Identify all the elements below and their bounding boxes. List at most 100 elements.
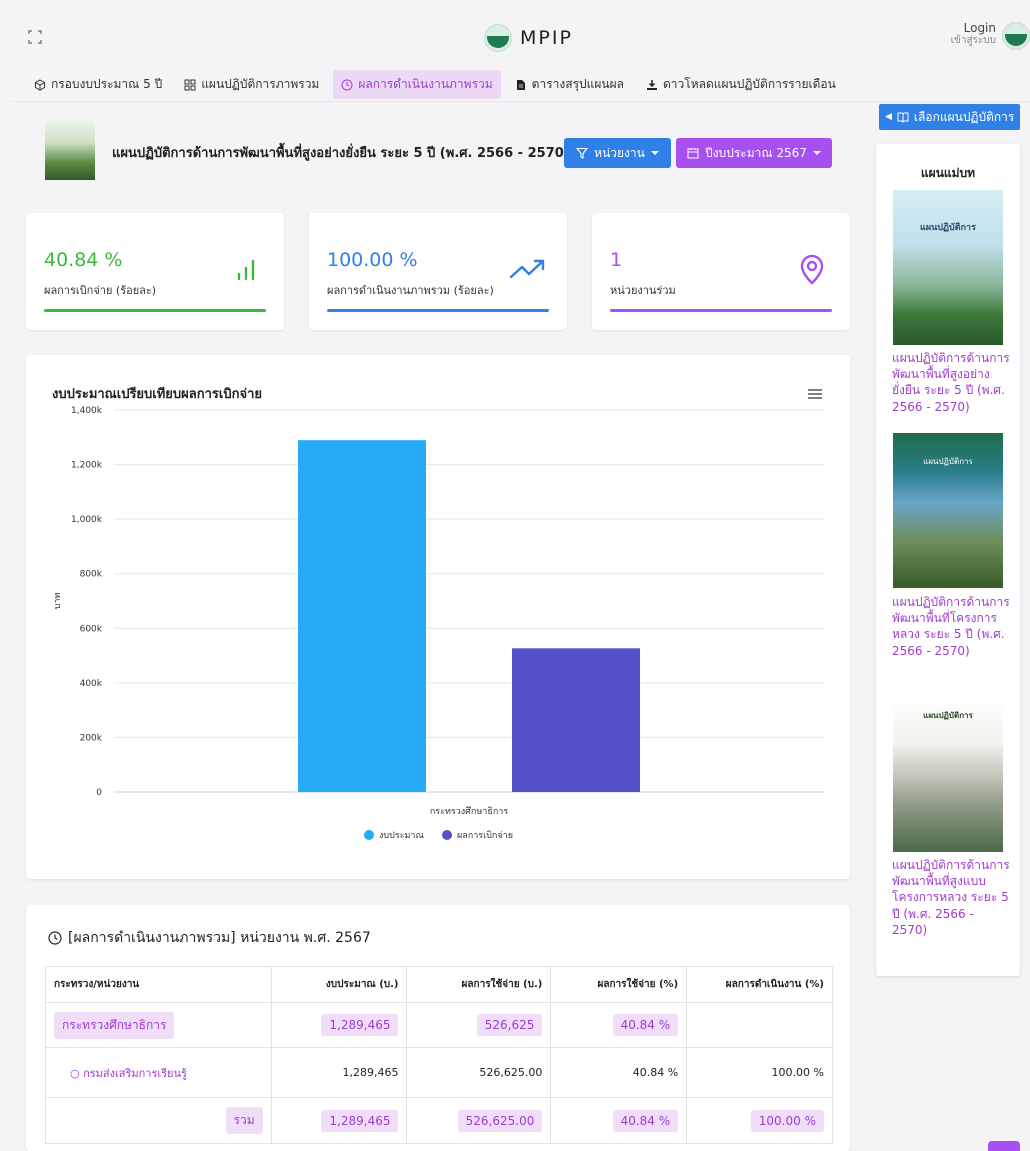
select-plan-button[interactable]: ◀ เลือกแผนปฏิบัติการ: [879, 104, 1020, 130]
table-header-row: กระทรวง/หน่วยงาน งบประมาณ (บ.) ผลการใช้จ…: [45, 966, 833, 1003]
stat-label: หน่วยงานร่วม: [610, 284, 676, 297]
legend-item-label: ผลการเบิกจ่าย: [457, 830, 513, 841]
nav-download-monthly[interactable]: ดาวโหลดแผนปฏิบัติการรายเดือน: [638, 70, 844, 99]
table-cell: กระทรวงศึกษาธิการ: [45, 1002, 272, 1048]
table-cell: 1,289,465: [270, 1002, 408, 1048]
bar-chart-icon: [237, 259, 255, 281]
scroll-top-button[interactable]: [988, 1141, 1020, 1151]
cover-title: แผนปฏิบัติการ: [923, 457, 973, 466]
table-cell: 40.84 %: [550, 1047, 688, 1098]
total-label: รวม: [225, 1107, 263, 1134]
ministry-name[interactable]: กระทรวงศึกษาธิการ: [54, 1011, 175, 1039]
login-label: Login: [963, 21, 996, 35]
plan-cover-1[interactable]: แผนปฏิบัติการ: [893, 190, 1003, 345]
table-cell: 526,625: [406, 1002, 552, 1048]
stat-card-disbursement: 40.84 % ผลการเบิกจ่าย (ร้อยละ): [26, 213, 284, 330]
agency-filter-label: หน่วยงาน: [594, 145, 645, 160]
nav-budget-frame[interactable]: กรอบงบประมาณ 5 ปี: [26, 70, 170, 99]
table-cell: 100.00 %: [686, 1097, 833, 1144]
book-open-icon: [897, 112, 909, 123]
table-header: ผลการใช้จ่าย (%): [550, 966, 688, 1003]
clock-icon: [341, 79, 353, 90]
table-header: งบประมาณ (บ.): [270, 966, 408, 1003]
stat-card-agencies: 1 หน่วยงานร่วม: [592, 213, 850, 330]
plan-title: แผนปฏิบัติการด้านการพัฒนาพื้นที่สูงอย่าง…: [112, 146, 570, 161]
table-row-agency: ○ กรมส่งเสริมการเรียนรู้ 1,289,465 526,6…: [45, 1047, 833, 1098]
table-cell: 40.84 %: [550, 1002, 688, 1048]
plan-cover-3[interactable]: แผนปฏิบัติการ: [893, 697, 1003, 852]
y-tick-label: 1,000k: [71, 515, 103, 525]
bar-chart: 0 200k 400k 600k 800k 1,000k 1,200k 1,400k บาทกร…: [53, 406, 824, 841]
cover-title: แผนปฏิบัติการ: [920, 223, 976, 233]
y-tick-label: 600k: [80, 624, 103, 634]
agency-name[interactable]: ○ กรมส่งเสริมการเรียนรู้: [54, 1067, 187, 1080]
sidebar-title: แผนแม่บท: [920, 166, 976, 180]
total-perf: 100.00 %: [750, 1109, 824, 1132]
stat-value: 40.84 %: [44, 249, 123, 271]
table-cell: 100.00 %: [686, 1047, 833, 1098]
legend-item-label: งบประมาณ: [379, 831, 424, 841]
stat-label: ผลการเบิกจ่าย (ร้อยละ): [44, 284, 157, 297]
agency-filter-button[interactable]: หน่วยงาน: [564, 138, 671, 168]
ministry-spent: 526,625: [476, 1014, 543, 1036]
expand-icon[interactable]: [28, 30, 42, 44]
fiscal-year-label: ปีงบประมาณ 2567: [705, 145, 807, 160]
table-cell: ○ กรมส่งเสริมการเรียนรู้: [45, 1047, 272, 1098]
document-icon: [516, 79, 525, 90]
nav-label: แผนปฏิบัติการภาพรวม: [201, 77, 320, 91]
table-title: [ผลการดำเนินงานภาพรวม] หน่วยงาน พ.ศ. 256…: [48, 927, 371, 949]
table-cell: 1,289,465: [270, 1097, 408, 1144]
brand[interactable]: MPIP: [484, 24, 573, 52]
bar-งบประมาณ: [298, 440, 426, 792]
table-row-total: รวม 1,289,465 526,625.00 40.84 % 100.00 …: [45, 1097, 833, 1144]
download-icon: [647, 79, 657, 90]
box-icon: [35, 78, 45, 91]
select-plan-label: เลือกแผนปฏิบัติการ: [913, 109, 1015, 124]
plan-link-3[interactable]: แผนปฏิบัติการด้านการพัฒนาพื้นที่สูงแบบโค…: [892, 857, 1012, 938]
y-tick-label: 400k: [80, 679, 103, 689]
table-cell: 40.84 %: [550, 1097, 688, 1144]
stat-bar: [327, 309, 549, 312]
plan-link-1[interactable]: แผนปฏิบัติการด้านการพัฒนาพื้นที่สูงอย่าง…: [892, 350, 1012, 415]
table-header: ผลการใช้จ่าย (บ.): [406, 966, 552, 1003]
caret-down-icon: [650, 151, 659, 155]
login-link[interactable]: Login เข้าสู่ระบบ: [951, 21, 996, 46]
avatar[interactable]: [1002, 22, 1030, 50]
grid-icon: [184, 79, 196, 90]
legend-marker: [442, 830, 452, 840]
nav-overall-plan[interactable]: แผนปฏิบัติการภาพรวม: [176, 70, 327, 99]
fiscal-year-button[interactable]: ปีงบประมาณ 2567: [676, 138, 832, 168]
calendar-icon: [687, 148, 699, 159]
chevron-left-icon: ◀: [885, 112, 892, 122]
ministry-spent-pct: 40.84 %: [612, 1014, 679, 1036]
stat-card-performance: 100.00 % ผลการดำเนินงานภาพรวม (ร้อยละ): [309, 213, 567, 330]
nav-label: ตารางสรุปแผนผล: [531, 77, 624, 91]
y-tick-label: 800k: [80, 570, 103, 580]
total-spent: 526,625.00: [457, 1109, 543, 1132]
nav-summary-table[interactable]: ตารางสรุปแผนผล: [507, 70, 632, 99]
total-spent-pct: 40.84 %: [612, 1109, 679, 1132]
plan-cover-2[interactable]: แผนปฏิบัติการ: [893, 433, 1003, 588]
cover-title: แผนปฏิบัติการ: [923, 711, 973, 720]
plan-cover-thumbnail: [45, 122, 95, 180]
nav-overall-results[interactable]: ผลการดำเนินงานภาพรวม: [333, 70, 501, 99]
plan-link-2[interactable]: แผนปฏิบัติการด้านการพัฒนาพื้นที่โครงการห…: [892, 594, 1012, 659]
table-cell: 526,625.00: [406, 1097, 552, 1144]
agency-name-text: กรมส่งเสริมการเรียนรู้: [83, 1066, 187, 1080]
table-header: กระทรวง/หน่วยงาน: [45, 966, 272, 1003]
table-cell: 1,289,465: [270, 1047, 408, 1098]
trend-up-icon: [509, 259, 545, 279]
stat-value: 1: [610, 249, 623, 271]
clock-icon: [48, 931, 62, 945]
stat-value: 100.00 %: [327, 249, 418, 271]
table-cell: รวม: [45, 1097, 272, 1144]
x-tick-label: กระทรวงศึกษาธิการ: [430, 806, 508, 817]
ministry-budget: 1,289,465: [321, 1014, 399, 1036]
nav-label: ดาวโหลดแผนปฏิบัติการรายเดือน: [663, 77, 836, 91]
y-tick-label: 1,400k: [71, 406, 103, 416]
bar-ผลการเบิกจ่าย: [512, 648, 640, 792]
budget-chart-card: งบประมาณเปรียบเทียบผลการเบิกจ่าย 0 200k 40…: [26, 355, 850, 879]
nav-label: กรอบงบประมาณ 5 ปี: [51, 77, 163, 91]
brand-logo-icon: [484, 24, 512, 52]
stat-bar: [44, 309, 266, 312]
